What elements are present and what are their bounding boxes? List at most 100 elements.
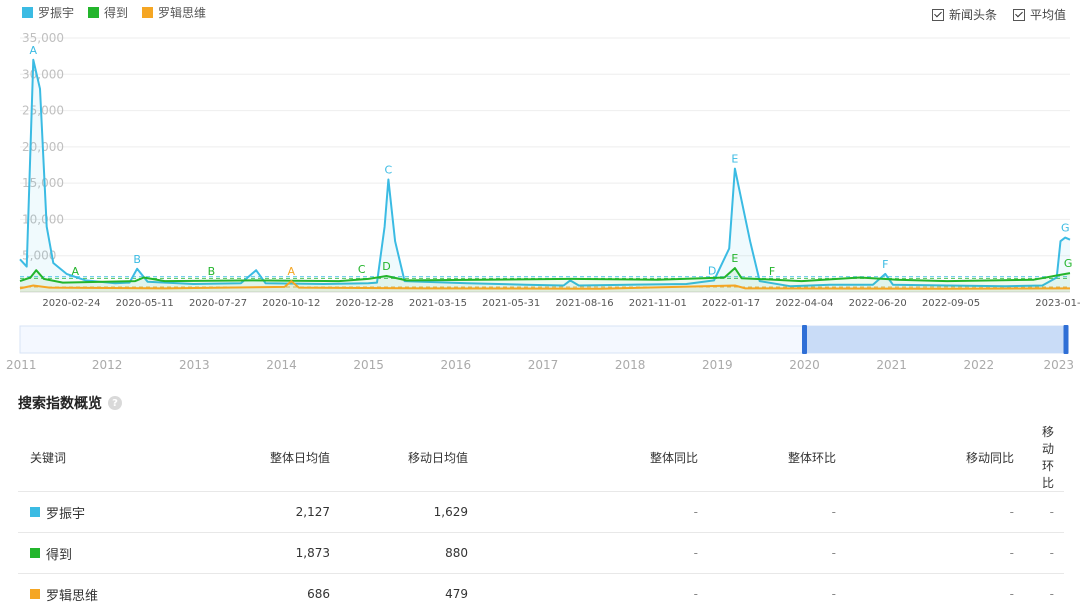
mobile-mom: - [1024, 574, 1064, 614]
toggle-news-headlines[interactable]: 新闻头条 [932, 6, 997, 23]
keyword-cell: 得到 [18, 533, 210, 574]
legend-swatch [22, 7, 33, 18]
x-tick-label: 2022-04-04 [775, 298, 833, 309]
x-tick-label: 2021-05-31 [482, 298, 540, 309]
news-marker-label[interactable]: F [769, 265, 775, 278]
gridlines [20, 38, 1070, 292]
toggle-average[interactable]: 平均值 [1013, 6, 1066, 23]
navigator-selection [805, 326, 1067, 353]
col-header: 整体同比 [478, 423, 708, 492]
mobile-avg: 1,629 [340, 492, 478, 533]
keyword-swatch [30, 507, 40, 517]
navigator-year-label: 2019 [702, 358, 733, 372]
overall-avg: 686 [210, 574, 340, 614]
series-line [20, 60, 1070, 286]
navigator-year-label: 2021 [876, 358, 907, 372]
timeline-navigator[interactable]: 2011201220132014201520162017201820192020… [6, 325, 1074, 372]
legend-item-dedao[interactable]: 得到 [88, 4, 128, 21]
help-icon[interactable]: ? [108, 396, 122, 410]
news-marker-label[interactable]: D [708, 264, 716, 277]
series-area [20, 60, 1070, 292]
x-tick-label: 2021-03-15 [409, 298, 467, 309]
overall-yoy: - [478, 492, 708, 533]
col-header: 整体环比 [708, 423, 846, 492]
news-marker-label[interactable]: E [731, 153, 738, 166]
table-row: 得到 1,873 880 - - - - [18, 533, 1064, 574]
col-header: 移动同比 [846, 423, 1024, 492]
keyword-swatch [30, 548, 40, 558]
keyword-cell: 罗辑思维 [18, 574, 210, 614]
y-tick-label: 25,000 [22, 104, 64, 118]
news-marker-label[interactable]: B [133, 253, 141, 266]
series-lines [20, 60, 1070, 292]
overview-title: 搜索指数概览 [18, 393, 102, 413]
navigator-year-label: 2015 [353, 358, 384, 372]
legend-item-luojisiwei[interactable]: 罗辑思维 [142, 4, 206, 21]
news-marker-label[interactable]: G [1061, 222, 1070, 235]
overall-mom: - [708, 574, 846, 614]
news-marker-label[interactable]: B [208, 265, 216, 278]
x-tick-label: 2020-02-24 [42, 298, 100, 309]
news-marker-label[interactable]: C [358, 263, 366, 276]
keyword-label: 得到 [46, 544, 72, 563]
navigator-handle[interactable] [802, 325, 807, 354]
x-axis: 2020-02-24 2020-05-11 2020-07-27 2020-10-12… [42, 298, 1080, 309]
news-marker-label[interactable]: A [30, 44, 38, 57]
x-tick-label: 2022-06-20 [849, 298, 907, 309]
table-header-row: 关键词 整体日均值 移动日均值 整体同比 整体环比 移动同比 移动环比 [18, 423, 1064, 492]
news-marker-label[interactable]: F [882, 258, 888, 271]
overall-mom: - [708, 533, 846, 574]
x-tick-label: 2021-08-16 [555, 298, 613, 309]
checkbox-checked-icon[interactable] [932, 9, 944, 21]
table-row: 罗振宇 2,127 1,629 - - - - [18, 492, 1064, 533]
overall-mom: - [708, 492, 846, 533]
x-tick-label: 2022-01-17 [702, 298, 760, 309]
mobile-avg: 880 [340, 533, 478, 574]
toggle-label: 平均值 [1030, 6, 1066, 23]
x-tick-label: 2020-07-27 [189, 298, 247, 309]
mobile-yoy: - [846, 574, 1024, 614]
news-markers: A A B B A C C D D E E F F G G [30, 44, 1073, 278]
col-header: 移动日均值 [340, 423, 478, 492]
x-tick-label: 2020-12-28 [336, 298, 394, 309]
chart-toggles: 新闻头条 平均值 [932, 6, 1066, 23]
navigator-year-label: 2016 [441, 358, 472, 372]
legend-item-luozhenyu[interactable]: 罗振宇 [22, 4, 74, 21]
x-tick-label: 2023-01-02 [1035, 298, 1080, 309]
navigator-year-label: 2022 [964, 358, 995, 372]
legend-swatch [142, 7, 153, 18]
legend-label: 罗振宇 [38, 4, 74, 21]
keyword-swatch [30, 589, 40, 599]
legend-swatch [88, 7, 99, 18]
news-marker-label[interactable]: D [382, 260, 390, 273]
section-title: 搜索指数概览 ? [18, 393, 122, 413]
trend-chart: 35,00030,00025,00020,00015,00010,0005,00… [0, 30, 1080, 380]
mobile-mom: - [1024, 533, 1064, 574]
keyword-label: 罗辑思维 [46, 585, 98, 604]
navigator-year-label: 2017 [528, 358, 559, 372]
legend-label: 得到 [104, 4, 128, 21]
navigator-year-label: 2013 [179, 358, 210, 372]
mobile-mom: - [1024, 492, 1064, 533]
news-marker-label[interactable]: G [1064, 257, 1073, 270]
news-marker-label[interactable]: E [731, 252, 738, 265]
news-marker-label[interactable]: A [71, 265, 79, 278]
x-tick-label: 2020-10-12 [262, 298, 320, 309]
chart-legend: 罗振宇 得到 罗辑思维 [22, 4, 206, 21]
news-marker-label[interactable]: A [288, 265, 296, 278]
navigator-year-label: 2018 [615, 358, 646, 372]
legend-label: 罗辑思维 [158, 4, 206, 21]
navigator-year-label: 2014 [266, 358, 297, 372]
checkbox-checked-icon[interactable] [1013, 9, 1025, 21]
navigator-year-label: 2012 [92, 358, 123, 372]
col-header: 整体日均值 [210, 423, 340, 492]
table-row: 罗辑思维 686 479 - - - - [18, 574, 1064, 614]
toggle-label: 新闻头条 [949, 6, 997, 23]
x-tick-label: 2020-05-11 [116, 298, 174, 309]
navigator-handle[interactable] [1064, 325, 1069, 354]
x-tick-label: 2021-11-01 [629, 298, 687, 309]
col-header: 关键词 [18, 423, 210, 492]
news-marker-label[interactable]: C [385, 164, 393, 177]
col-header: 移动环比 [1024, 423, 1064, 492]
x-tick-label: 2022-09-05 [922, 298, 980, 309]
